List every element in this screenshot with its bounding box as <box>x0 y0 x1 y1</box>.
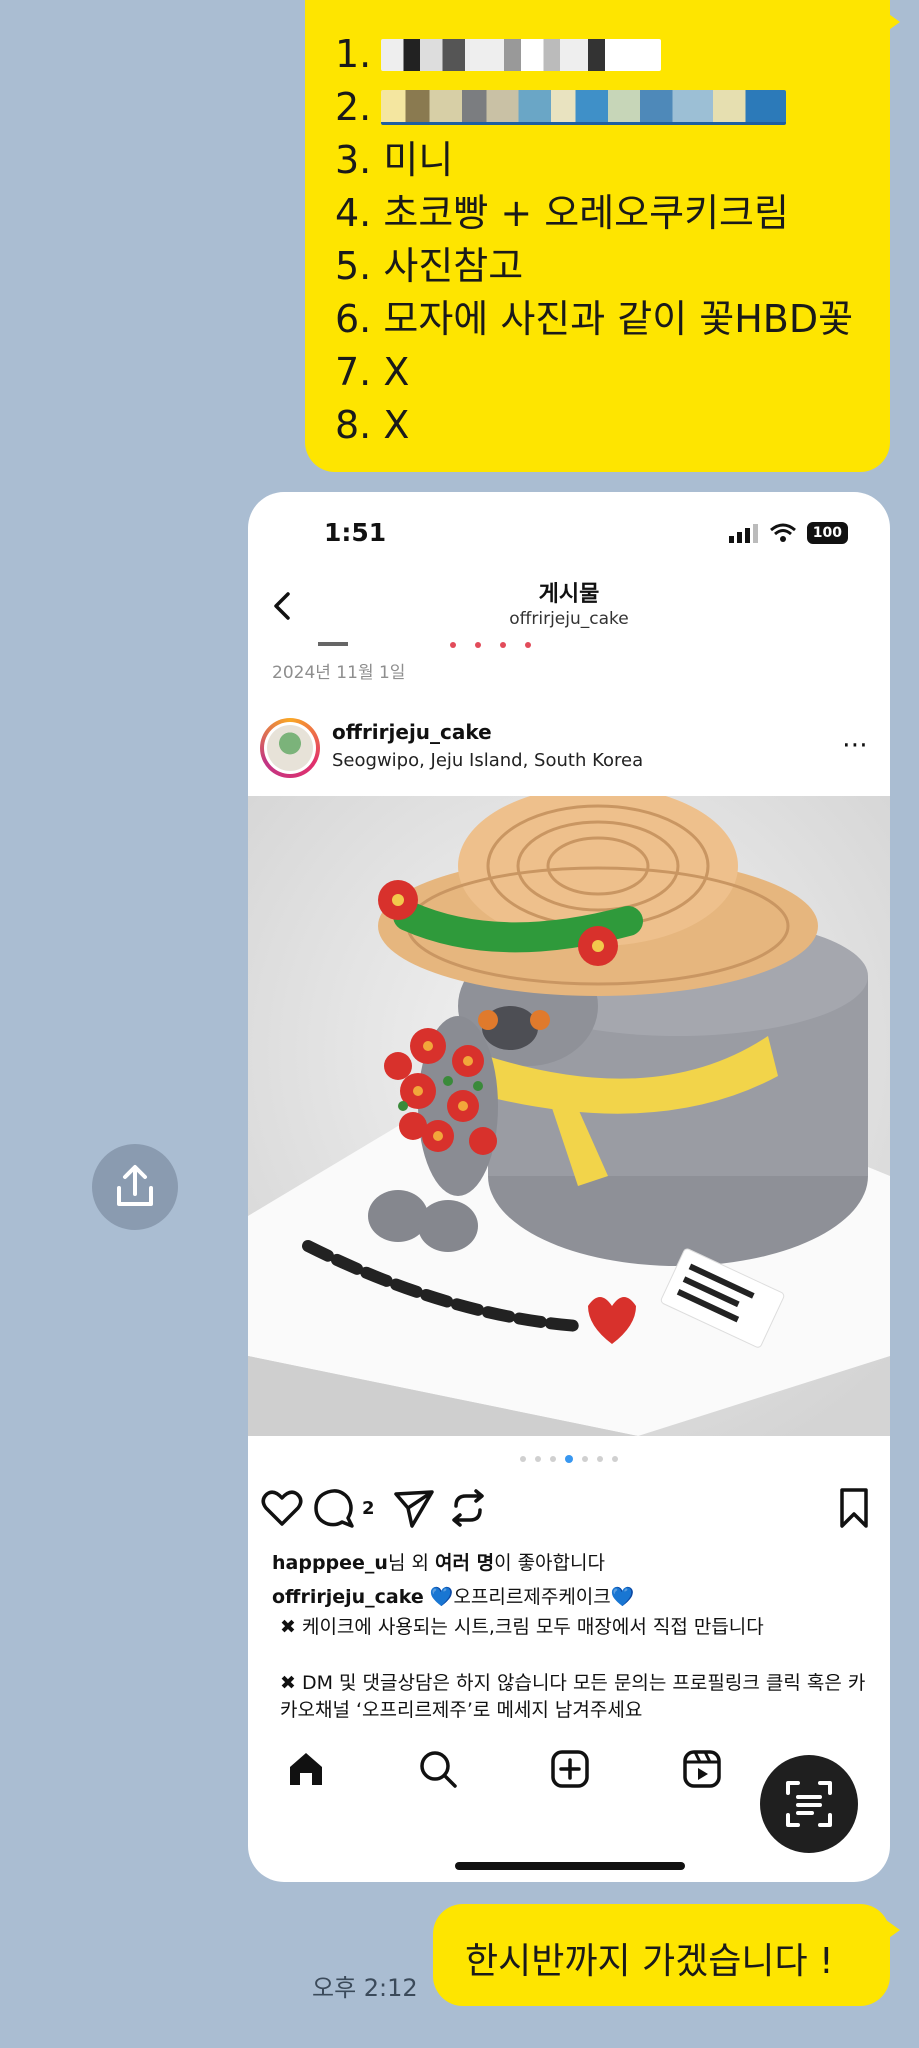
share-icon <box>117 1165 153 1206</box>
bookmark-icon[interactable] <box>834 1486 874 1530</box>
comment-icon[interactable] <box>312 1486 356 1530</box>
repost-icon[interactable] <box>446 1486 490 1530</box>
caption-line: ✖ DM 및 댓글상담은 하지 않습니다 모든 문의는 프로필링크 클릭 혹은 … <box>280 1672 866 1721</box>
post-photo[interactable] <box>248 796 890 1436</box>
carousel-dot <box>597 1456 603 1462</box>
order-list: 1. 2. 3. 미니 4. 초코빵 + 오레오쿠키크림 5. 사진참고 6. … <box>335 28 853 452</box>
message-text: 한시반까지 가겠습니다 ! <box>465 1941 834 1982</box>
carousel-dot <box>520 1456 526 1462</box>
carousel-dot <box>582 1456 588 1462</box>
list-item: 6. 모자에 사진과 같이 꽃HBD꽃 <box>335 297 854 341</box>
more-options-icon[interactable]: ⋯ <box>842 730 870 760</box>
caption-title: 💙오프리르제주케이크💙 <box>429 1586 635 1608</box>
message-bubble-bottom[interactable]: 한시반까지 가겠습니다 ! <box>433 1904 900 2006</box>
caption-header: offrirjeju_cake 💙오프리르제주케이크💙 <box>272 1582 634 1609</box>
caption-line: ✖ 케이크에 사용되는 시트,크림 모두 매장에서 직접 만듭니다 <box>280 1616 764 1638</box>
carousel-dot <box>612 1456 618 1462</box>
avatar[interactable] <box>260 718 320 778</box>
post-location[interactable]: Seogwipo, Jeju Island, South Korea <box>332 750 643 771</box>
shared-screenshot-image[interactable]: 1:51 100 게시물 offrirjeju_cake 2024년 11월 1… <box>248 492 890 1882</box>
battery-icon: 100 <box>806 522 848 544</box>
cut-off-content <box>318 642 531 648</box>
home-icon[interactable] <box>284 1747 328 1791</box>
list-item: 2. <box>335 81 853 134</box>
send-icon[interactable] <box>392 1486 436 1530</box>
signal-icon <box>728 524 758 543</box>
text-scan-button[interactable] <box>760 1755 858 1853</box>
text-scan-icon <box>786 1781 832 1827</box>
search-icon[interactable] <box>416 1747 460 1791</box>
carousel-indicator <box>248 1455 890 1463</box>
reels-icon[interactable] <box>680 1747 724 1791</box>
status-time: 1:51 <box>324 518 387 547</box>
page-subtitle: offrirjeju_cake <box>509 609 629 629</box>
redacted-text <box>381 90 787 125</box>
list-item: 4. 초코빵 + 오레오쿠키크림 <box>335 191 789 235</box>
carousel-dot <box>550 1456 556 1462</box>
create-post-icon[interactable] <box>548 1747 592 1791</box>
message-timestamp: 오후 2:12 <box>312 1974 418 2002</box>
list-item: 1. <box>335 28 853 81</box>
heart-icon[interactable] <box>260 1486 304 1530</box>
share-button[interactable] <box>92 1144 178 1230</box>
wifi-icon <box>769 523 796 542</box>
list-item: 3. 미니 <box>335 138 454 182</box>
comment-count: 2 <box>362 1498 375 1519</box>
list-item: 7. X <box>335 350 410 394</box>
post-actions: 2 <box>261 1486 870 1534</box>
list-item: 8. X <box>335 403 410 447</box>
post-username[interactable]: offrirjeju_cake <box>332 720 492 744</box>
caption-username[interactable]: offrirjeju_cake <box>272 1586 424 1608</box>
redacted-text <box>381 38 662 71</box>
post-date: 2024년 11월 1일 <box>272 663 406 683</box>
home-indicator <box>455 1862 685 1870</box>
page-title: 게시물 <box>538 582 600 607</box>
status-icons: 100 <box>728 522 848 544</box>
cake-image <box>248 796 890 1436</box>
carousel-dot <box>535 1456 541 1462</box>
list-item: 5. 사진참고 <box>335 244 524 288</box>
likes-summary[interactable]: happpee_u님 외 여러 명이 좋아합니다 <box>272 1548 605 1575</box>
carousel-dot-active <box>565 1455 573 1463</box>
